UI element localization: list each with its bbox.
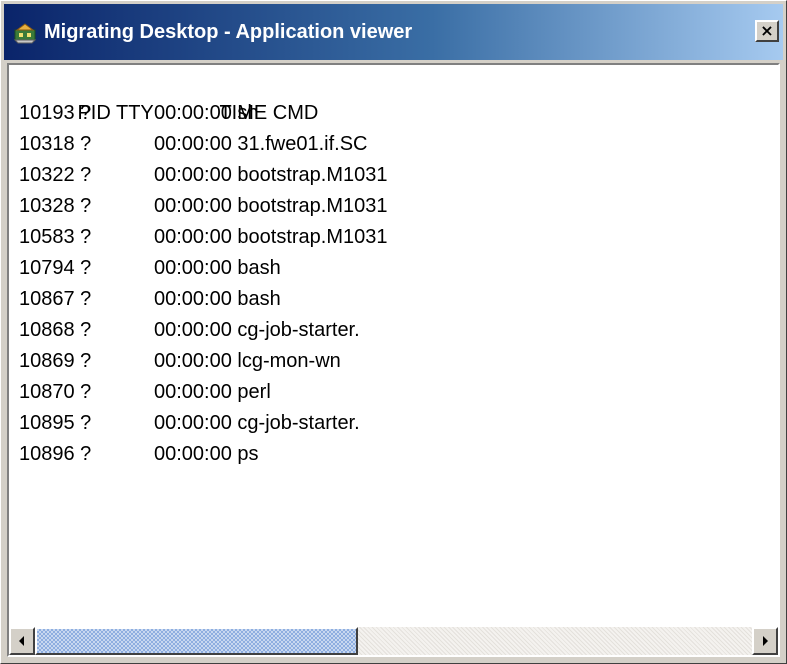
process-time-cmd: 00:00:00 sh [154, 102, 259, 124]
application-viewer-window: Migrating Desktop - Application viewer ×… [0, 0, 787, 664]
process-row: 10896 ? 00:00:00 ps [19, 439, 388, 470]
process-time-cmd: 00:00:00 perl [154, 381, 271, 403]
process-list: PID TTY TIME CMD 10193 ? 00:00:00 sh 10318 … [19, 67, 388, 470]
close-icon: × [760, 21, 774, 40]
process-time-cmd: 00:00:00 bootstrap.M1031 [154, 164, 388, 186]
process-row: 10193 ? 00:00:00 sh [19, 98, 388, 129]
scrollbar-thumb[interactable] [35, 627, 358, 655]
process-row: 10794 ? 00:00:00 bash [19, 253, 388, 284]
scroll-right-button[interactable] [752, 627, 778, 655]
scroll-left-button[interactable] [9, 627, 35, 655]
process-row: 10868 ? 00:00:00 cg-job-starter. [19, 315, 388, 346]
window-title: Migrating Desktop - Application viewer [44, 20, 413, 43]
process-pid-tty: 10318 ? [19, 133, 92, 155]
process-output-pane[interactable]: PID TTY TIME CMD 10193 ? 00:00:00 sh 10318 … [7, 63, 780, 657]
process-time-cmd: 00:00:00 bootstrap.M1031 [154, 195, 388, 217]
process-pid-tty: 10895 ? [19, 412, 92, 434]
process-pid-tty: 10794 ? [19, 257, 92, 279]
process-time-cmd: 00:00:00 cg-job-starter. [154, 319, 360, 341]
process-pid-tty: 10869 ? [19, 350, 92, 372]
process-pid-tty: 10583 ? [19, 226, 92, 248]
horizontal-scrollbar[interactable] [9, 627, 778, 655]
process-row: 10318 ? 00:00:00 31.fwe01.if.SC [19, 129, 388, 160]
process-pid-tty: 10870 ? [19, 381, 92, 403]
process-pid-tty: 10867 ? [19, 288, 92, 310]
process-time-cmd: 00:00:00 lcg-mon-wn [154, 350, 341, 372]
arrow-left-icon [19, 636, 24, 646]
process-rows: 10193 ? 00:00:00 sh 10318 ? 00:00:00 31.fwe… [19, 98, 388, 470]
process-row: 10583 ? 00:00:00 bootstrap.M1031 [19, 222, 388, 253]
process-time-cmd: 00:00:00 bash [154, 288, 281, 310]
desktop-app-icon [12, 19, 38, 45]
process-row: 10870 ? 00:00:00 perl [19, 377, 388, 408]
process-time-cmd: 00:00:00 bootstrap.M1031 [154, 226, 388, 248]
process-time-cmd: 00:00:00 bash [154, 257, 281, 279]
process-row: 10869 ? 00:00:00 lcg-mon-wn [19, 346, 388, 377]
process-row: 10328 ? 00:00:00 bootstrap.M1031 [19, 191, 388, 222]
process-time-cmd: 00:00:00 ps [154, 443, 259, 465]
process-time-cmd: 00:00:00 31.fwe01.if.SC [154, 133, 368, 155]
process-pid-tty: 10322 ? [19, 164, 92, 186]
process-pid-tty: 10193 ? [19, 102, 92, 124]
arrow-right-icon [763, 636, 768, 646]
process-pid-tty: 10868 ? [19, 319, 92, 341]
close-button[interactable]: × [755, 20, 779, 42]
process-row: 10895 ? 00:00:00 cg-job-starter. [19, 408, 388, 439]
process-list-header: PID TTY TIME CMD [19, 67, 388, 124]
process-pid-tty: 10896 ? [19, 443, 92, 465]
process-pid-tty: 10328 ? [19, 195, 92, 217]
process-row: 10322 ? 00:00:00 bootstrap.M1031 [19, 160, 388, 191]
process-row: 10867 ? 00:00:00 bash [19, 284, 388, 315]
process-time-cmd: 00:00:00 cg-job-starter. [154, 412, 360, 434]
title-bar[interactable]: Migrating Desktop - Application viewer × [4, 4, 783, 60]
